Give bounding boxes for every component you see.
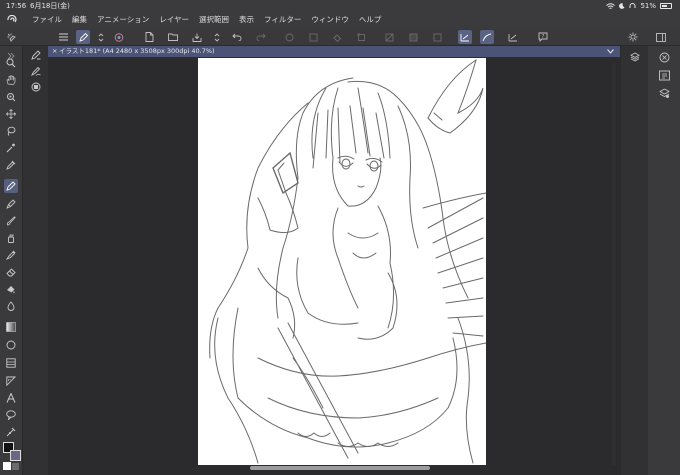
drawing-canvas[interactable] xyxy=(198,58,486,465)
menu-file[interactable]: ファイル xyxy=(32,12,62,28)
fill-icon[interactable] xyxy=(4,299,18,313)
blend-icon[interactable] xyxy=(4,282,18,296)
hand-icon[interactable] xyxy=(4,73,18,87)
tool-property-toggle-icon[interactable] xyxy=(4,30,18,44)
svg-text:?: ? xyxy=(542,34,545,40)
material-subtool-icon[interactable] xyxy=(29,80,43,94)
layer-panel-icon[interactable] xyxy=(628,50,642,64)
menu-animation[interactable]: アニメーション xyxy=(97,12,149,28)
menu-edit[interactable]: 編集 xyxy=(72,12,87,28)
status-time: 17:56 xyxy=(6,2,27,10)
menu-filter[interactable]: フィルター xyxy=(264,12,301,28)
menu-bar: ファイル 編集 アニメーション レイヤー 選択範囲 表示 フィルター ウィンドウ… xyxy=(0,12,680,28)
brush-icon[interactable] xyxy=(4,214,18,228)
chevron-down-icon[interactable] xyxy=(607,46,614,54)
document-title: イラスト181* (A4 2480 x 3508px 300dpi 40.7%) xyxy=(59,47,215,55)
fill-selection-icon[interactable] xyxy=(330,30,344,44)
menu-view[interactable]: 表示 xyxy=(239,12,254,28)
sketch-artwork xyxy=(209,58,486,464)
move-icon[interactable] xyxy=(4,107,18,121)
invert-selection-icon[interactable] xyxy=(406,30,420,44)
open-folder-icon[interactable] xyxy=(166,30,180,44)
pen-subtool-icon[interactable] xyxy=(29,48,43,62)
menu-hamburger-icon[interactable] xyxy=(56,30,70,44)
layer-property-icon[interactable] xyxy=(657,86,671,100)
color-toggle-fg[interactable] xyxy=(3,462,11,470)
transform-icon[interactable] xyxy=(354,30,368,44)
save-icon[interactable] xyxy=(190,30,204,44)
menu-window[interactable]: ウィンドウ xyxy=(311,12,349,28)
snap-grid-icon[interactable] xyxy=(506,30,520,44)
layout-panel-icon[interactable] xyxy=(654,30,668,44)
eraser-icon[interactable] xyxy=(4,265,18,279)
chevron-updown-icon-2[interactable] xyxy=(210,30,224,44)
new-file-icon[interactable] xyxy=(142,30,156,44)
menu-selection[interactable]: 選択範囲 xyxy=(199,12,229,28)
close-tab-icon[interactable]: × xyxy=(52,46,57,57)
status-date: 6月18日(金) xyxy=(30,2,70,10)
tool-palette xyxy=(0,46,22,475)
clear-icon[interactable] xyxy=(282,30,296,44)
sub-tool-palette xyxy=(22,46,48,475)
command-bar: ? xyxy=(0,28,680,46)
redo-icon[interactable] xyxy=(254,30,268,44)
menu-items: ファイル 編集 アニメーション レイヤー 選択範囲 表示 フィルター ウィンドウ… xyxy=(32,12,391,28)
headphones-icon xyxy=(629,3,636,9)
horizontal-scrollbar[interactable] xyxy=(250,466,430,470)
zoom-icon[interactable] xyxy=(4,56,18,70)
right-panel-strip xyxy=(620,46,648,475)
text-icon[interactable] xyxy=(4,391,18,405)
wifi-icon xyxy=(606,2,616,10)
document-tab[interactable]: × イラスト181* (A4 2480 x 3508px 300dpi 40.7… xyxy=(48,46,620,57)
navigator-icon[interactable] xyxy=(657,50,671,64)
decoration-icon[interactable] xyxy=(4,248,18,262)
moon-icon xyxy=(619,3,625,9)
ruler-icon[interactable] xyxy=(4,374,18,388)
correct-line-icon[interactable] xyxy=(4,425,18,439)
snap-special-ruler-button[interactable] xyxy=(480,30,494,44)
balloon-icon[interactable] xyxy=(4,408,18,422)
battery-percent: 51% xyxy=(640,2,656,10)
show-selection-icon[interactable] xyxy=(430,30,444,44)
chevron-updown-icon[interactable] xyxy=(94,30,108,44)
magic-wand-icon[interactable] xyxy=(4,141,18,155)
marker-subtool-icon[interactable] xyxy=(29,64,43,78)
clear-outside-icon[interactable] xyxy=(306,30,320,44)
frame-icon[interactable] xyxy=(4,356,18,370)
menu-layer[interactable]: レイヤー xyxy=(159,12,189,28)
lasso-icon[interactable] xyxy=(4,124,18,138)
pen-icon[interactable] xyxy=(4,179,18,193)
app-logo-icon[interactable] xyxy=(6,15,18,25)
color-toggle-bg[interactable] xyxy=(12,463,19,470)
status-bar: 17:56 6月18日(金) 51% xyxy=(0,0,680,12)
battery-icon xyxy=(660,3,672,9)
pencil-icon[interactable] xyxy=(4,197,18,211)
vertical-scrollbar[interactable] xyxy=(612,63,616,465)
sub-color-swatch[interactable] xyxy=(10,450,21,461)
deselect-icon[interactable] xyxy=(382,30,396,44)
undo-icon[interactable] xyxy=(230,30,244,44)
right-palette-bar xyxy=(648,46,680,475)
gradient-icon[interactable] xyxy=(4,320,18,334)
material-palette-icon[interactable] xyxy=(657,68,671,82)
status-right: 51% xyxy=(606,0,672,12)
eyedropper-icon[interactable] xyxy=(4,158,18,172)
settings-gear-icon[interactable] xyxy=(626,30,640,44)
airbrush-icon[interactable] xyxy=(4,231,18,245)
menu-help[interactable]: ヘルプ xyxy=(359,12,382,28)
figure-icon[interactable] xyxy=(4,338,18,352)
pen-tool-button[interactable] xyxy=(76,30,90,44)
snap-ruler-button[interactable] xyxy=(458,30,472,44)
rotate-icon[interactable] xyxy=(4,90,18,104)
help-icon[interactable]: ? xyxy=(536,30,550,44)
color-set-icon[interactable] xyxy=(112,30,126,44)
